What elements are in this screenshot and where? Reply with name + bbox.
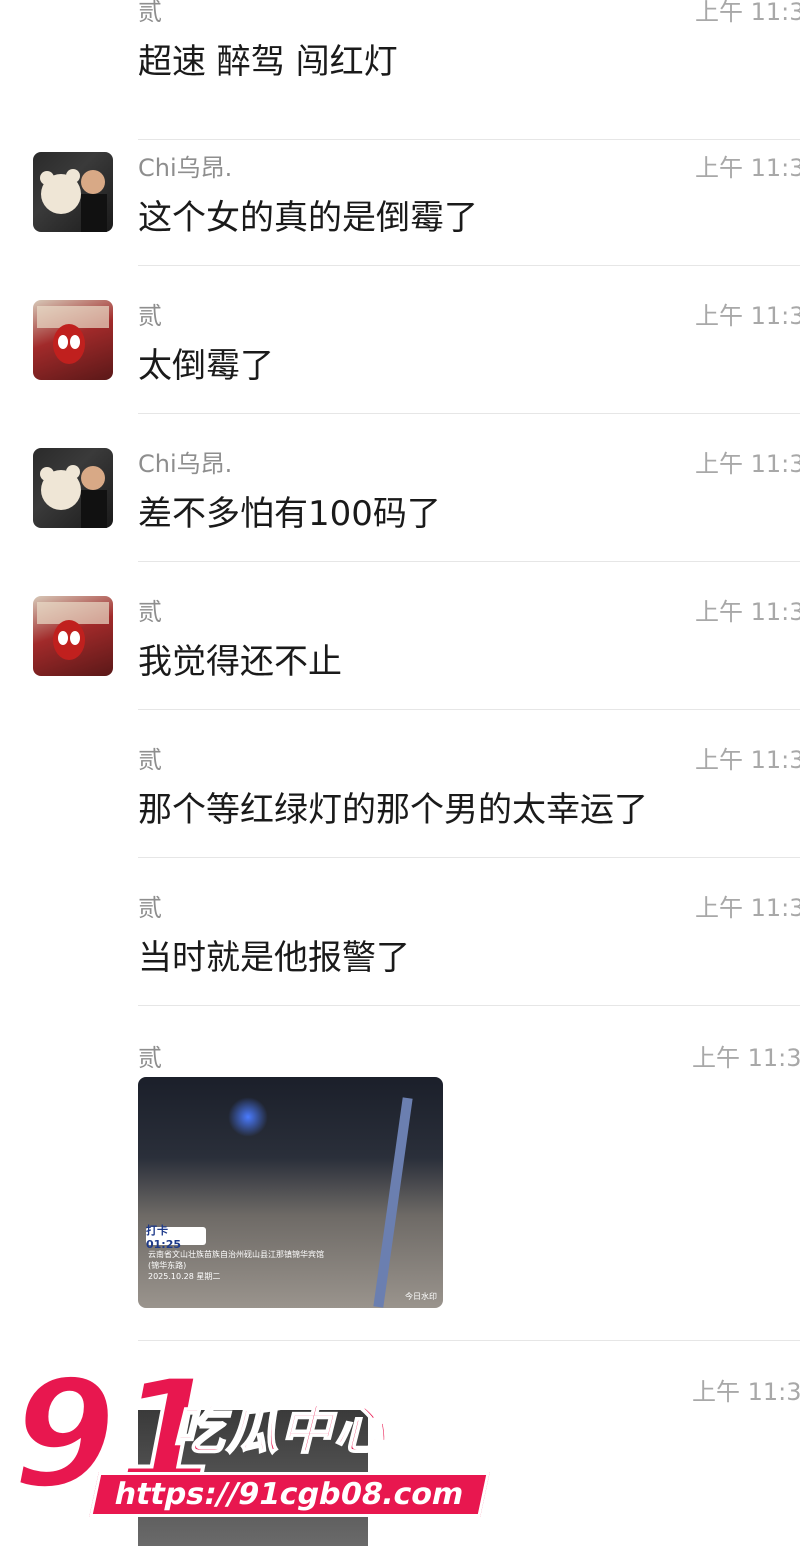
message-time: 上午 11:3 [695,450,800,478]
sender-name: Chi乌昂. [138,154,233,182]
spiderman-avatar[interactable] [33,300,113,380]
message-text: 超速 醉驾 闯红灯 [138,42,398,82]
message-text: 当时就是他报警了 [138,938,410,978]
message-row[interactable]: Chi乌昂. 上午 11:3 差不多怕有100码了 [0,414,800,562]
message-time: 上午 11:3 [695,746,800,774]
divider [138,1340,800,1341]
message-time: 上午 11:33 [692,1044,800,1072]
sender-name: Chi乌昂. [138,450,233,478]
photo-location: 云南省文山壮族苗族自治州砚山县江那镇锦华宾馆(锦华东路) [148,1250,324,1270]
message-time: 上午 11:33 [692,1378,800,1406]
bear-photo-icon [40,465,107,528]
message-row[interactable]: 贰 上午 11:3 太倒霉了 [0,266,800,414]
sender-name: 贰 [138,1044,162,1072]
police-light-glow [228,1097,268,1137]
photo-date: 2025.10.28 星期二 [148,1272,221,1281]
sender-name: 贰 [138,598,162,626]
message-text: 太倒霉了 [138,346,274,386]
message-time: 上午 11:3 [695,598,800,626]
sender-name: 贰 [138,746,162,774]
photo-caption: 云南省文山壮族苗族自治州砚山县江那镇锦华宾馆(锦华东路) 2025.10.28 … [148,1249,328,1282]
site-logo: 91 吃瓜中心 https://91cgb08.com [10,1358,490,1530]
message-text: 我觉得还不止 [138,642,342,682]
checkin-stamp: 打卡 01:25 [146,1224,206,1251]
logo-url: https://91cgb08.com [89,1472,490,1517]
photo-watermark: 今日水印 [405,1292,437,1301]
spiderman-avatar[interactable] [33,596,113,676]
sender-name: 贰 [138,894,162,922]
spiderman-photo-icon [37,602,109,660]
accident-photo[interactable]: 打卡 01:25 云南省文山壮族苗族自治州砚山县江那镇锦华宾馆(锦华东路) 20… [138,1077,443,1308]
message-text: 那个等红绿灯的那个男的太幸运了 [138,790,648,830]
bear-avatar[interactable] [33,448,113,528]
bear-avatar[interactable] [33,152,113,232]
logo-chinese: 吃瓜中心 [171,1400,389,1462]
sender-name: 贰 [138,0,162,26]
divider [138,1005,800,1006]
spiderman-photo-icon [37,306,109,364]
message-text: 这个女的真的是倒霉了 [138,198,478,238]
message-text: 差不多怕有100码了 [138,494,441,534]
message-row[interactable]: 贰 上午 11:3 那个等红绿灯的那个男的太幸运了 [0,710,800,858]
bear-photo-icon [40,169,107,232]
message-time: 上午 11:30 [695,0,800,26]
sender-name: 贰 [138,302,162,330]
message-row[interactable]: Chi乌昂. 上午 11:30 这个女的真的是倒霉了 [0,118,800,266]
message-time: 上午 11:3 [695,302,800,330]
message-time: 上午 11:3 [695,894,800,922]
message-row[interactable]: 贰 上午 11:3 我觉得还不止 [0,562,800,710]
street-pole [373,1097,413,1308]
message-row[interactable]: 贰 上午 11:3 当时就是他报警了 [0,858,800,1006]
message-time: 上午 11:30 [695,154,800,182]
